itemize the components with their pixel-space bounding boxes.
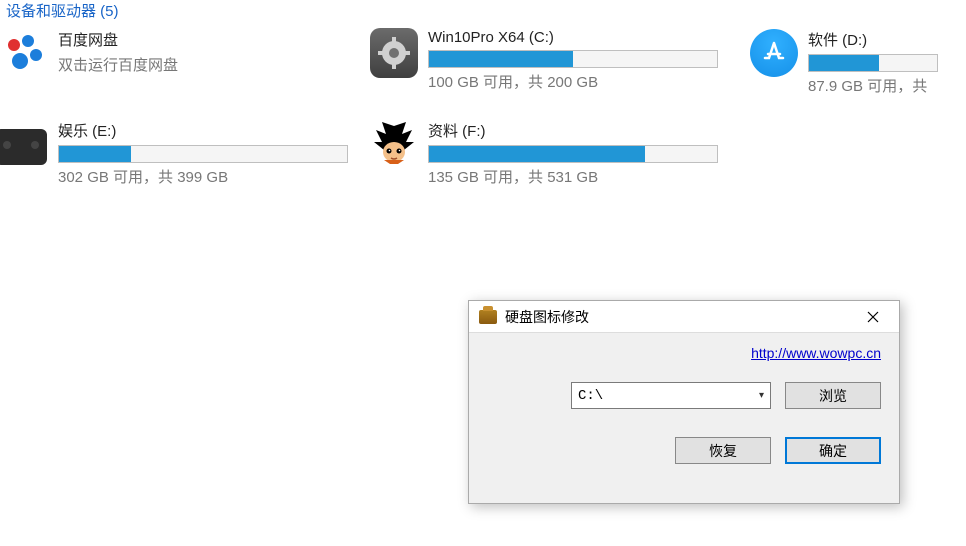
drive-e[interactable]: 娱乐 (E:) 302 GB 可用，共 399 GB — [0, 120, 370, 187]
drive-d[interactable]: 软件 (D:) 87.9 GB 可用，共 — [750, 29, 966, 96]
drive-subtext: 双击运行百度网盘 — [58, 54, 370, 75]
goku-icon — [370, 120, 418, 168]
drive-capacity-fill — [429, 51, 573, 67]
drive-stats: 100 GB 可用，共 200 GB — [428, 71, 750, 92]
drive-capacity-bar — [428, 50, 718, 68]
drive-label: 资料 (F:) — [428, 120, 750, 141]
toolbox-icon — [479, 310, 497, 324]
website-link-row: http://www.wowpc.cn — [487, 345, 881, 362]
drive-label: 娱乐 (E:) — [58, 120, 370, 141]
drive-label: 百度网盘 — [58, 29, 370, 50]
drive-stats: 87.9 GB 可用，共 — [808, 75, 966, 96]
baidu-icon — [0, 29, 48, 77]
drive-capacity-fill — [429, 146, 645, 162]
drive-label: 软件 (D:) — [808, 29, 966, 50]
drive-capacity-fill — [59, 146, 131, 162]
dialog-body: http://www.wowpc.cn C:\ ▾ 浏览 恢复 确定 — [469, 333, 899, 480]
drive-c[interactable]: Win10Pro X64 (C:) 100 GB 可用，共 200 GB — [370, 29, 750, 96]
website-link[interactable]: http://www.wowpc.cn — [751, 345, 881, 361]
drive-select-combobox[interactable]: C:\ ▾ — [571, 382, 771, 409]
drive-f[interactable]: 资料 (F:) 135 GB 可用，共 531 GB — [370, 120, 750, 187]
dialog-titlebar[interactable]: 硬盘图标修改 — [469, 301, 899, 333]
section-header: 设备和驱动器 (5) — [0, 0, 966, 23]
drive-label: Win10Pro X64 (C:) — [428, 29, 750, 46]
drive-icon-changer-dialog: 硬盘图标修改 http://www.wowpc.cn C:\ ▾ 浏览 恢复 确… — [468, 300, 900, 504]
gamepad-icon — [0, 120, 48, 168]
appstore-icon — [750, 29, 798, 77]
dialog-title: 硬盘图标修改 — [505, 307, 845, 327]
restore-button[interactable]: 恢复 — [675, 437, 771, 464]
drive-capacity-bar — [808, 54, 938, 72]
close-button[interactable] — [853, 303, 893, 331]
ok-button[interactable]: 确定 — [785, 437, 881, 464]
gear-drive-icon — [370, 29, 418, 77]
drive-capacity-fill — [809, 55, 879, 71]
chevron-down-icon: ▾ — [759, 390, 764, 402]
drive-capacity-bar — [428, 145, 718, 163]
drive-capacity-bar — [58, 145, 348, 163]
drive-stats: 302 GB 可用，共 399 GB — [58, 166, 370, 187]
combobox-value: C:\ — [578, 388, 603, 404]
drive-baidu[interactable]: 百度网盘 双击运行百度网盘 — [0, 29, 370, 96]
drive-stats: 135 GB 可用，共 531 GB — [428, 166, 750, 187]
drive-grid: 百度网盘 双击运行百度网盘 Win10Pro X64 (C: — [0, 23, 966, 187]
browse-button[interactable]: 浏览 — [785, 382, 881, 409]
